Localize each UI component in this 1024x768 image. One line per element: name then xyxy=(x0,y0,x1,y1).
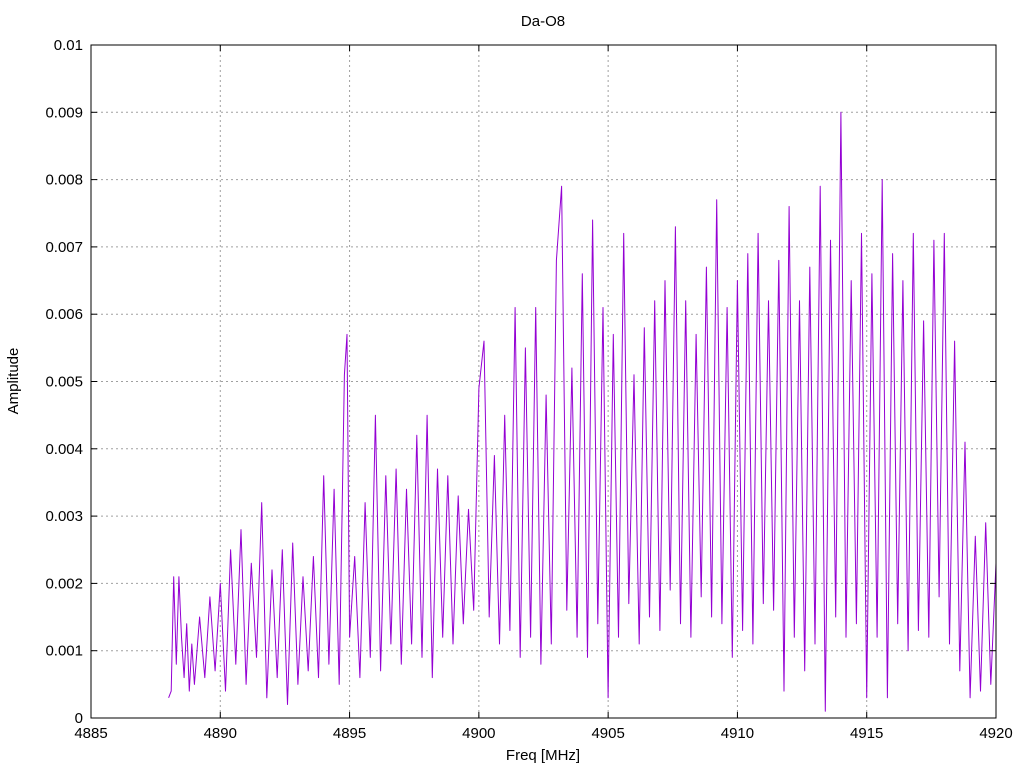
x-tick-label: 4915 xyxy=(850,725,883,742)
x-tick-label: 4920 xyxy=(979,725,1012,742)
y-tick-label: 0.006 xyxy=(45,306,83,323)
y-tick-label: 0.009 xyxy=(45,104,83,121)
y-tick-label: 0.007 xyxy=(45,239,83,256)
x-tick-label: 4885 xyxy=(74,725,107,742)
series-line xyxy=(168,111,997,712)
y-tick-label: 0.002 xyxy=(45,575,83,592)
x-tick-label: 4910 xyxy=(721,725,754,742)
x-axis-label: Freq [MHz] xyxy=(506,747,580,764)
x-tick-label: 4900 xyxy=(462,725,495,742)
x-tick-label: 4890 xyxy=(204,725,237,742)
y-tick-label: 0.008 xyxy=(45,172,83,189)
series-amplitude xyxy=(168,111,997,712)
grid-lines xyxy=(91,45,996,718)
chart-title: Da-O8 xyxy=(521,13,565,30)
amplitude-frequency-chart: Da-O8 4885 4890 4895 4900 4905 4910 4915 4920 0 0… xyxy=(5,13,1013,764)
y-tick-label: 0.001 xyxy=(45,643,83,660)
y-axis-label: Amplitude xyxy=(5,348,22,415)
y-tick-label: 0.003 xyxy=(45,508,83,525)
y-tick-label: 0.01 xyxy=(54,37,83,54)
y-tick-label: 0.005 xyxy=(45,374,83,391)
y-tick-label: 0 xyxy=(75,710,83,727)
x-tick-label: 4905 xyxy=(591,725,624,742)
y-tick-label: 0.004 xyxy=(45,441,83,458)
x-tick-label: 4895 xyxy=(333,725,366,742)
